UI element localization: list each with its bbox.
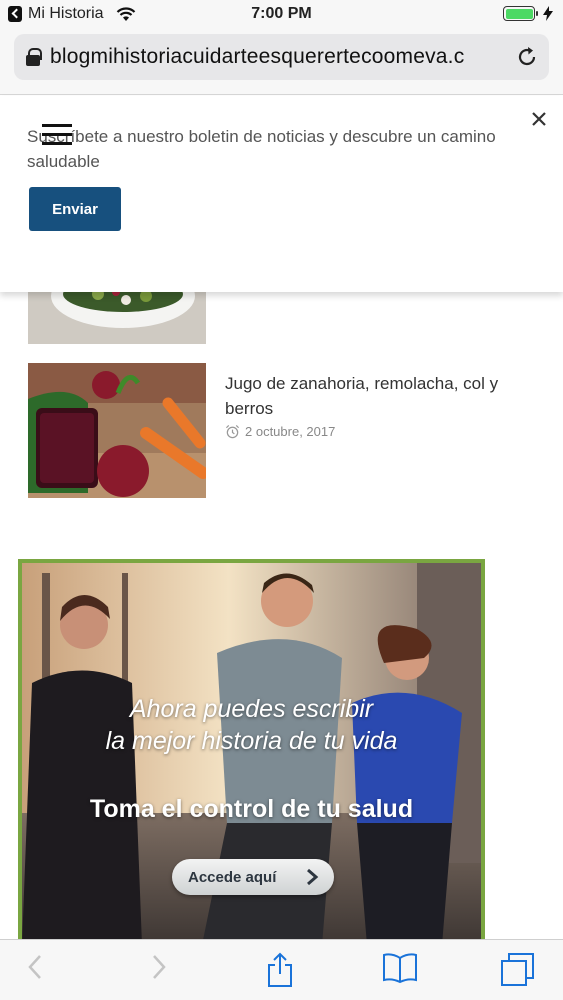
close-icon[interactable] — [531, 111, 547, 127]
battery-icon — [503, 6, 538, 21]
share-icon[interactable] — [266, 952, 294, 988]
alarm-clock-icon — [225, 424, 240, 439]
chevron-right-icon — [307, 868, 319, 886]
tabs-icon[interactable] — [500, 952, 536, 988]
status-time: 7:00 PM — [251, 5, 312, 22]
reload-icon[interactable] — [515, 45, 539, 69]
bookmarks-icon[interactable] — [382, 952, 418, 984]
article-date-text: 2 octubre, 2017 — [245, 424, 336, 439]
lock-icon — [26, 48, 42, 66]
salad-thumbnail[interactable] — [28, 290, 206, 344]
charging-bolt-icon — [543, 6, 553, 21]
newsletter-popup: Suscríbete a nuestro boletin de noticias… — [0, 96, 563, 292]
status-right — [503, 6, 553, 21]
article-title[interactable]: Jugo de zanahoria, remolacha, col y berr… — [225, 371, 525, 421]
banner-line-1: Ahora puedes escribir — [129, 695, 374, 723]
article-date: 2 octubre, 2017 — [225, 424, 335, 439]
promo-banner[interactable]: Ahora puedes escribir la mejor historia … — [18, 559, 485, 939]
forward-icon[interactable] — [150, 952, 168, 982]
article-card[interactable]: Jugo de zanahoria, remolacha, col y berr… — [28, 363, 548, 498]
hamburger-menu-icon[interactable] — [42, 124, 72, 146]
browser-toolbar — [0, 939, 563, 1000]
status-bar: Mi Historia 7:00 PM — [0, 0, 563, 30]
access-button[interactable]: Accede aquí — [172, 859, 334, 895]
address-bar[interactable]: blogmihistoriacuidarteesquerertecoomeva.… — [14, 34, 549, 80]
browser-chrome: blogmihistoriacuidarteesquerertecoomeva.… — [0, 30, 563, 95]
newsletter-text: Suscríbete a nuestro boletin de noticias… — [27, 127, 496, 171]
access-button-label: Accede aquí — [188, 868, 277, 886]
back-icon[interactable] — [26, 952, 44, 982]
banner-line-2: la mejor historia de tu vida — [105, 727, 398, 755]
submit-button[interactable]: Enviar — [29, 187, 121, 231]
banner-heading: Toma el control de tu salud — [89, 795, 414, 823]
juice-thumbnail[interactable] — [28, 363, 206, 498]
url-text[interactable]: blogmihistoriacuidarteesquerertecoomeva.… — [50, 45, 495, 69]
